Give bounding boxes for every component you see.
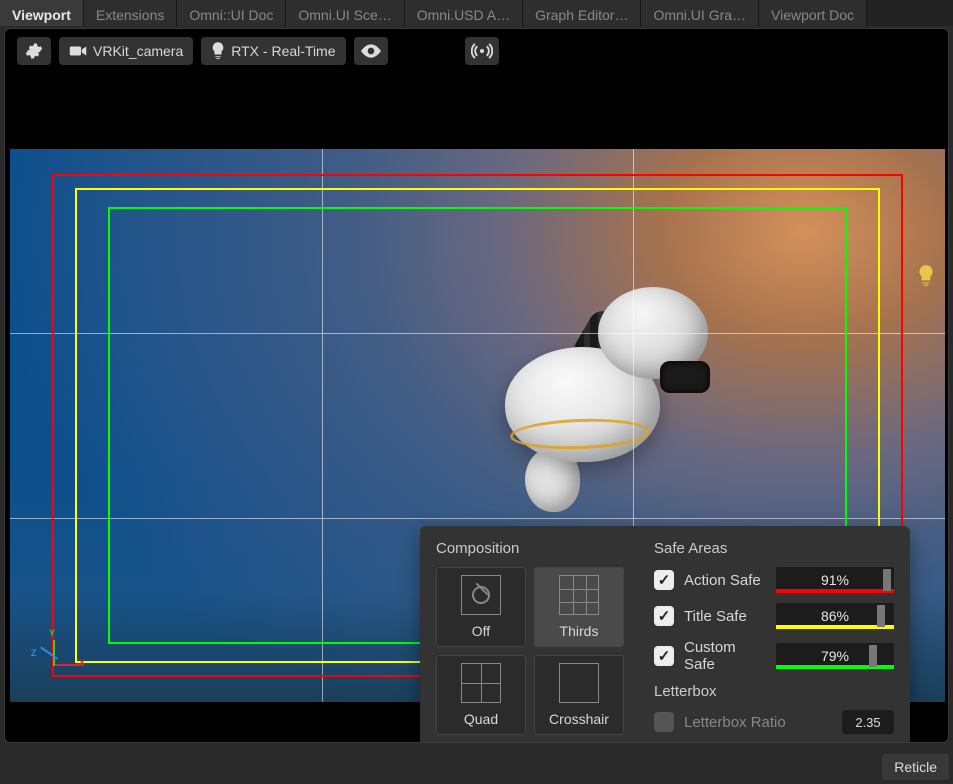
quad-icon: [461, 663, 501, 703]
axis-gizmo[interactable]: X Y Z: [35, 634, 85, 684]
action-safe-value: 91%: [821, 572, 849, 588]
composition-option-off[interactable]: Off: [436, 567, 526, 647]
title-safe-value: 86%: [821, 608, 849, 624]
lightbulb-icon: [211, 42, 225, 60]
action-safe-label: Action Safe: [684, 572, 766, 589]
viewport-toolbar: VRKit_camera RTX - Real-Time: [17, 37, 388, 65]
off-icon: [461, 575, 501, 615]
tab-omni-usd-a-[interactable]: Omni.USD A…: [405, 0, 523, 26]
settings-button[interactable]: [17, 37, 51, 65]
tab-viewport[interactable]: Viewport: [0, 0, 84, 26]
letterbox-checkbox[interactable]: [654, 712, 674, 732]
custom-safe-label: Custom Safe: [684, 639, 766, 673]
camera-label: VRKit_camera: [93, 43, 183, 59]
visibility-button[interactable]: [354, 37, 388, 65]
broadcast-icon: [471, 43, 493, 59]
thirds-icon: [559, 575, 599, 615]
composition-option-label: Off: [472, 623, 490, 639]
axis-y-label: Y: [49, 628, 55, 638]
action-safe-checkbox[interactable]: ✓: [654, 570, 674, 590]
action-safe-slider[interactable]: 91%: [776, 567, 894, 593]
title-safe-label: Title Safe: [684, 608, 766, 625]
custom-safe-checkbox[interactable]: ✓: [654, 646, 674, 666]
tab-graph-editor-[interactable]: Graph Editor…: [523, 0, 641, 26]
reticle-button-label: Reticle: [894, 759, 937, 775]
safe-row-custom: ✓ Custom Safe 79%: [654, 639, 894, 673]
composition-section: Composition Off Thirds Quad Crosshair: [436, 540, 632, 743]
safe-areas-section: Safe Areas ✓ Action Safe 91% ✓ Title Safe 86%…: [654, 540, 894, 743]
axis-x-label: X: [79, 658, 85, 668]
composition-option-quad[interactable]: Quad: [436, 655, 526, 735]
safe-row-title: ✓ Title Safe 86%: [654, 603, 894, 629]
axis-z-label: Z: [31, 648, 37, 658]
composition-option-crosshair[interactable]: Crosshair: [534, 655, 624, 735]
letterbox-header: Letterbox: [654, 683, 894, 700]
reticle-popup: Composition Off Thirds Quad Crosshair Safe …: [420, 526, 910, 743]
gear-icon: [25, 42, 43, 60]
letterbox-label: Letterbox Ratio: [684, 714, 832, 731]
tab-omni-ui-gra-[interactable]: Omni.UI Gra…: [641, 0, 759, 26]
tab-viewport-doc[interactable]: Viewport Doc: [759, 0, 867, 26]
tab-omni-ui-doc[interactable]: Omni::UI Doc: [177, 0, 286, 26]
tab-bar: ViewportExtensionsOmni::UI DocOmni.UI Sc…: [0, 0, 953, 26]
light-gizmo-icon[interactable]: [915, 264, 937, 288]
title-safe-checkbox[interactable]: ✓: [654, 606, 674, 626]
letterbox-ratio-value: 2.35: [855, 715, 880, 730]
composition-option-label: Crosshair: [549, 711, 609, 727]
composition-header: Composition: [436, 540, 632, 557]
safe-row-action: ✓ Action Safe 91%: [654, 567, 894, 593]
custom-safe-slider[interactable]: 79%: [776, 643, 894, 669]
render-mode-label: RTX - Real-Time: [231, 43, 335, 59]
camera-selector[interactable]: VRKit_camera: [59, 37, 193, 65]
tab-extensions[interactable]: Extensions: [84, 0, 177, 26]
reticle-button[interactable]: Reticle: [882, 754, 949, 780]
composition-option-label: Thirds: [560, 623, 599, 639]
camera-icon: [69, 44, 87, 58]
letterbox-ratio-field[interactable]: 2.35: [842, 710, 894, 734]
broadcast-button[interactable]: [465, 37, 499, 65]
composition-option-thirds[interactable]: Thirds: [534, 567, 624, 647]
tab-omni-ui-sce-[interactable]: Omni.UI Sce…: [286, 0, 404, 26]
title-safe-slider[interactable]: 86%: [776, 603, 894, 629]
render-mode-selector[interactable]: RTX - Real-Time: [201, 37, 345, 65]
custom-safe-value: 79%: [821, 648, 849, 664]
viewport-panel: VRKit_camera RTX - Real-Time: [4, 28, 949, 743]
composition-option-label: Quad: [464, 711, 498, 727]
eye-icon: [361, 44, 381, 58]
letterbox-row: Letterbox Ratio 2.35: [654, 710, 894, 734]
safe-areas-header: Safe Areas: [654, 540, 894, 557]
crosshair-icon: [559, 663, 599, 703]
